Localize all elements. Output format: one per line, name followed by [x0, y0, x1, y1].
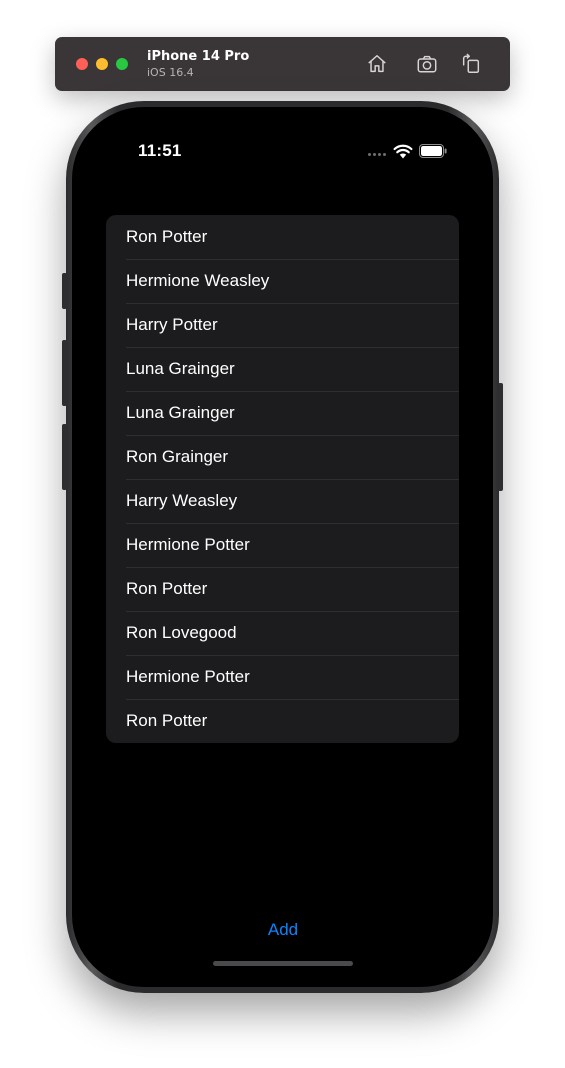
home-button[interactable]	[364, 51, 390, 77]
minimize-window-button[interactable]	[96, 58, 108, 70]
list-item-label: Luna Grainger	[126, 359, 235, 378]
list-item[interactable]: Ron Potter	[106, 567, 459, 611]
volume-down-button	[62, 424, 67, 490]
list-item[interactable]: Ron Lovegood	[106, 611, 459, 655]
list-item[interactable]: Hermione Weasley	[106, 259, 459, 303]
screenshot-icon	[417, 55, 437, 73]
rotate-button[interactable]	[458, 51, 484, 77]
list-item-label: Hermione Potter	[126, 667, 250, 686]
list-item[interactable]: Hermione Potter	[106, 655, 459, 699]
volume-up-button	[62, 340, 67, 406]
list-item-label: Ron Potter	[126, 227, 208, 246]
list-item[interactable]: Ron Grainger	[106, 435, 459, 479]
list-item-label: Ron Potter	[126, 579, 208, 598]
home-icon	[368, 55, 386, 73]
list-item-label: Hermione Potter	[126, 535, 250, 554]
list-item-label: Ron Potter	[126, 711, 208, 730]
add-button[interactable]: Add	[262, 918, 304, 942]
mute-switch	[62, 273, 67, 309]
list-item[interactable]: Luna Grainger	[106, 347, 459, 391]
screenshot-button[interactable]	[414, 51, 440, 77]
cellular-signal-icon	[368, 153, 388, 156]
home-indicator[interactable]	[213, 961, 353, 966]
list-item-label: Ron Grainger	[126, 447, 229, 466]
rotate-icon	[462, 53, 480, 73]
os-version: iOS 16.4	[147, 66, 194, 79]
list-item[interactable]: Ron Potter	[106, 699, 459, 743]
list-item-label: Hermione Weasley	[126, 271, 270, 290]
close-window-button[interactable]	[76, 58, 88, 70]
status-time: 11:51	[138, 141, 182, 160]
device-name: iPhone 14 Pro	[147, 49, 250, 64]
list-item[interactable]: Harry Potter	[106, 303, 459, 347]
list-item-label: Ron Lovegood	[126, 623, 237, 642]
names-list: Ron Potter Hermione Weasley Harry Potter Lu…	[106, 215, 459, 743]
list-item-label: Luna Grainger	[126, 403, 235, 422]
zoom-window-button[interactable]	[116, 58, 128, 70]
battery-icon	[419, 144, 447, 158]
list-item[interactable]: Harry Weasley	[106, 479, 459, 523]
list-item[interactable]: Hermione Potter	[106, 523, 459, 567]
list-item-label: Harry Potter	[126, 315, 218, 334]
simulator-title-bar: iPhone 14 Pro iOS 16.4	[55, 37, 510, 91]
list-item-label: Harry Weasley	[126, 491, 238, 510]
device-screen: 11:51 Ron Potter Hermione Weasley Harry Po…	[76, 111, 489, 983]
wifi-icon	[393, 144, 413, 159]
list-item[interactable]: Ron Potter	[106, 215, 459, 259]
power-button	[498, 383, 503, 491]
list-item[interactable]: Luna Grainger	[106, 391, 459, 435]
